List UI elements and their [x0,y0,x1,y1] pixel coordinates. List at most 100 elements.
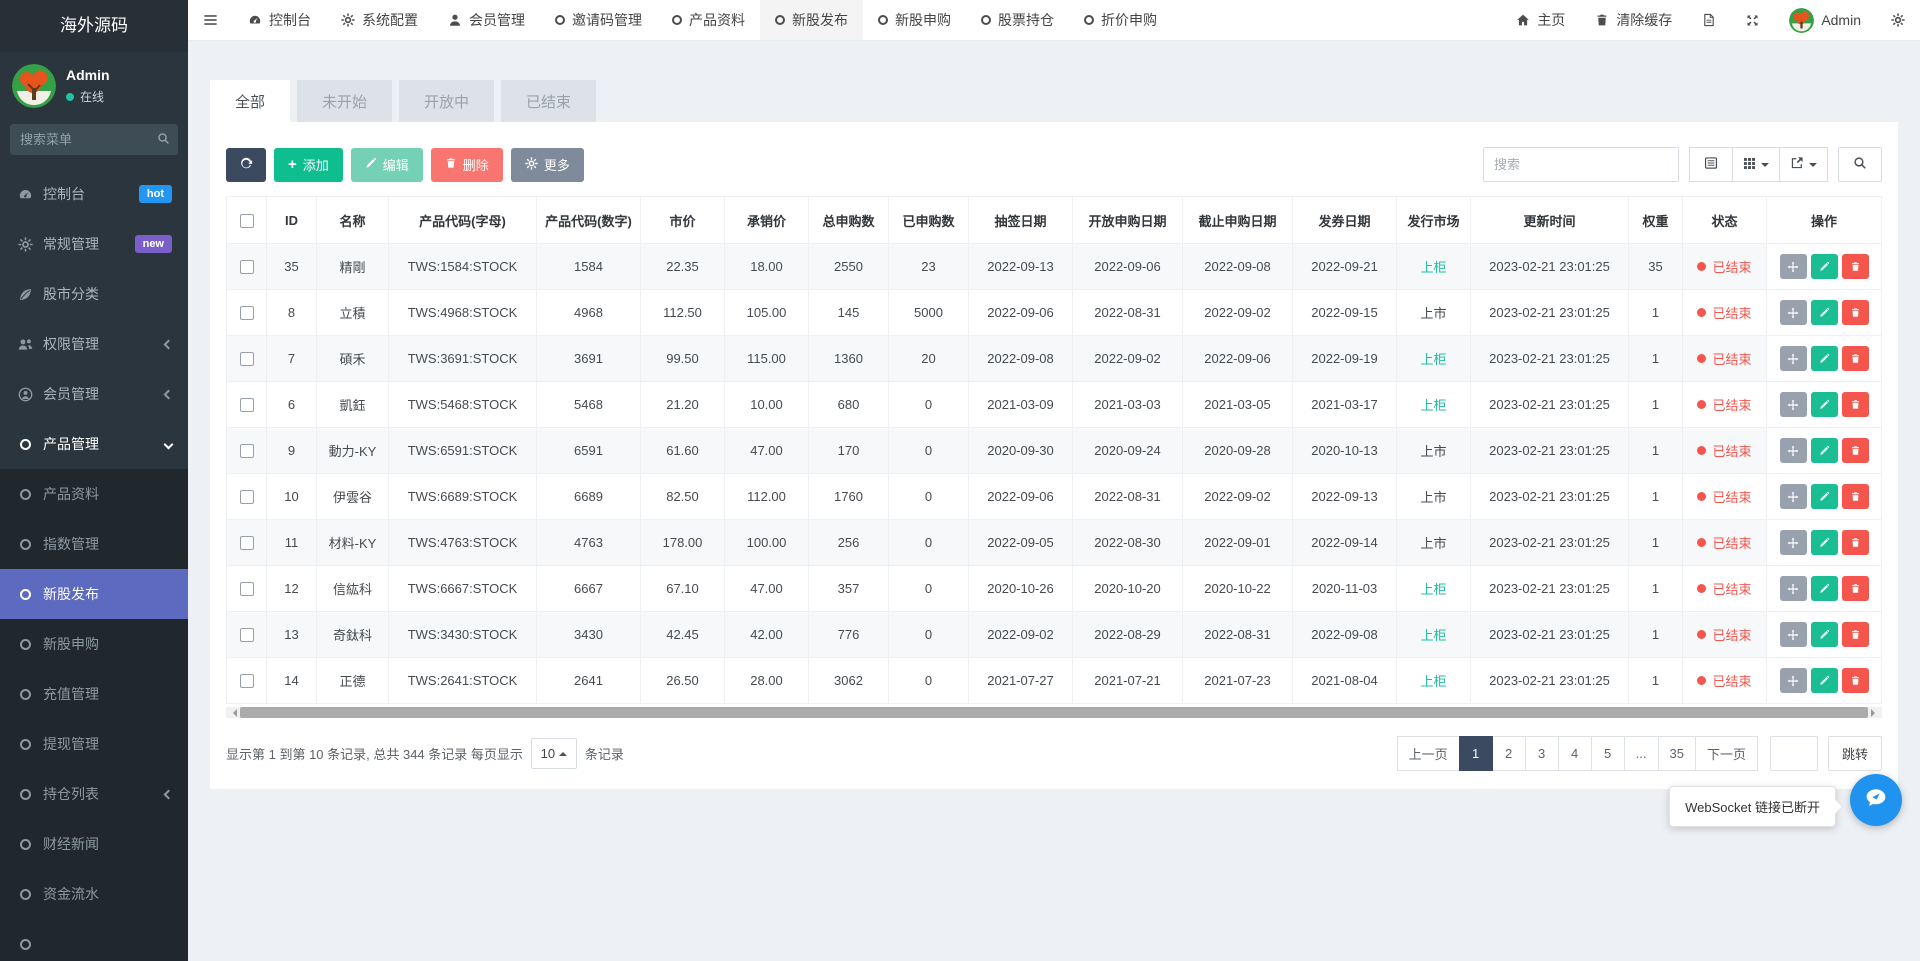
delete-row-button[interactable] [1842,438,1869,463]
market-link[interactable]: 上柜 [1420,352,1446,367]
sidebar-subitem-0[interactable]: 产品资料 [0,469,188,519]
row-checkbox[interactable] [240,444,254,458]
sidebar-subitem-1[interactable]: 指数管理 [0,519,188,569]
move-button[interactable] [1780,484,1807,509]
delete-row-button[interactable] [1842,576,1869,601]
edit-row-button[interactable] [1811,254,1838,279]
sidebar-subitem-5[interactable]: 提现管理 [0,719,188,769]
edit-row-button[interactable] [1811,576,1838,601]
nav-item-1[interactable]: 系统配置 [326,0,433,40]
columns-button[interactable] [1733,147,1780,182]
sidebar-toggle-button[interactable] [188,0,233,40]
log-button[interactable] [1687,0,1731,40]
move-button[interactable] [1780,392,1807,417]
move-button[interactable] [1780,622,1807,647]
sidebar-subitem-3[interactable]: 新股申购 [0,619,188,669]
jump-page-input[interactable] [1770,736,1818,771]
delete-row-button[interactable] [1842,254,1869,279]
row-checkbox[interactable] [240,490,254,504]
sidebar-subitem-6[interactable]: 持仓列表 [0,769,188,819]
row-checkbox[interactable] [240,674,254,688]
row-checkbox[interactable] [240,628,254,642]
nav-item-8[interactable]: 折价申购 [1069,0,1172,40]
sidebar-subitem-8[interactable]: 资金流水 [0,869,188,919]
next-page-button[interactable]: 下一页 [1695,736,1758,771]
sidebar-subitem-2[interactable]: 新股发布 [0,569,188,619]
row-checkbox[interactable] [240,306,254,320]
nav-item-3[interactable]: 邀请码管理 [540,0,657,40]
row-checkbox[interactable] [240,582,254,596]
sidebar-item-1[interactable]: 常规管理 new [0,219,188,269]
nav-item-6[interactable]: 新股申购 [863,0,966,40]
page-size-dropdown[interactable]: 10 [531,738,577,769]
scrollbar-thumb[interactable] [240,707,1868,718]
delete-row-button[interactable] [1842,622,1869,647]
jump-button[interactable]: 跳转 [1828,736,1882,771]
page-button-5[interactable]: 5 [1591,736,1625,771]
page-button-3[interactable]: 3 [1525,736,1559,771]
more-button[interactable]: 更多 [511,148,584,182]
page-button-4[interactable]: 4 [1558,736,1592,771]
edit-row-button[interactable] [1811,392,1838,417]
market-link[interactable]: 上柜 [1420,398,1446,413]
delete-row-button[interactable] [1842,484,1869,509]
move-button[interactable] [1780,300,1807,325]
market-link[interactable]: 上柜 [1420,628,1446,643]
sidebar-subitem-9[interactable] [0,919,188,961]
page-button-35[interactable]: 35 [1658,736,1696,771]
sidebar-item-3[interactable]: 权限管理 [0,319,188,369]
brand-title[interactable]: 海外源码 [0,0,188,52]
delete-button[interactable]: 删除 [431,148,503,182]
sidebar-item-5[interactable]: 产品管理 [0,419,188,469]
market-link[interactable]: 上市 [1420,490,1446,505]
toggle-view-button[interactable] [1689,147,1733,182]
move-button[interactable] [1780,254,1807,279]
nav-item-2[interactable]: 会员管理 [433,0,540,40]
tab-1[interactable]: 未开始 [297,80,392,122]
nav-item-5[interactable]: 新股发布 [760,0,863,40]
prev-page-button[interactable]: 上一页 [1397,736,1460,771]
row-checkbox[interactable] [240,260,254,274]
edit-row-button[interactable] [1811,484,1838,509]
sidebar-item-4[interactable]: 会员管理 [0,369,188,419]
nav-item-4[interactable]: 产品资料 [657,0,760,40]
select-all-checkbox[interactable] [240,214,254,228]
delete-row-button[interactable] [1842,346,1869,371]
edit-row-button[interactable] [1811,622,1838,647]
clear-cache-button[interactable]: 清除缓存 [1580,0,1687,40]
market-link[interactable]: 上柜 [1420,260,1446,275]
row-checkbox[interactable] [240,536,254,550]
delete-row-button[interactable] [1842,392,1869,417]
edit-row-button[interactable] [1811,438,1838,463]
user-menu[interactable]: Admin [1774,0,1876,40]
sidebar-item-2[interactable]: 股市分类 [0,269,188,319]
edit-row-button[interactable] [1811,668,1838,693]
chat-button[interactable] [1850,774,1902,826]
home-button[interactable]: 主页 [1501,0,1580,40]
market-link[interactable]: 上市 [1420,444,1446,459]
move-button[interactable] [1780,346,1807,371]
scroll-right-arrow-icon[interactable] [1871,709,1879,717]
tab-2[interactable]: 开放中 [399,80,494,122]
page-button-1[interactable]: 1 [1459,736,1493,771]
move-button[interactable] [1780,438,1807,463]
market-link[interactable]: 上柜 [1420,674,1446,689]
sidebar-subitem-7[interactable]: 财经新闻 [0,819,188,869]
nav-item-0[interactable]: 控制台 [233,0,326,40]
sidebar-item-0[interactable]: 控制台 hot [0,169,188,219]
move-button[interactable] [1780,576,1807,601]
row-checkbox[interactable] [240,398,254,412]
market-link[interactable]: 上柜 [1420,582,1446,597]
add-button[interactable]: +添加 [274,148,343,182]
tab-0[interactable]: 全部 [210,80,290,122]
delete-row-button[interactable] [1842,300,1869,325]
refresh-button[interactable] [226,148,266,182]
page-button-...[interactable]: ... [1624,736,1659,771]
fullscreen-button[interactable] [1731,0,1774,40]
page-button-2[interactable]: 2 [1492,736,1526,771]
market-link[interactable]: 上市 [1420,306,1446,321]
edit-row-button[interactable] [1811,346,1838,371]
move-button[interactable] [1780,668,1807,693]
delete-row-button[interactable] [1842,668,1869,693]
search-button[interactable] [1838,147,1882,182]
